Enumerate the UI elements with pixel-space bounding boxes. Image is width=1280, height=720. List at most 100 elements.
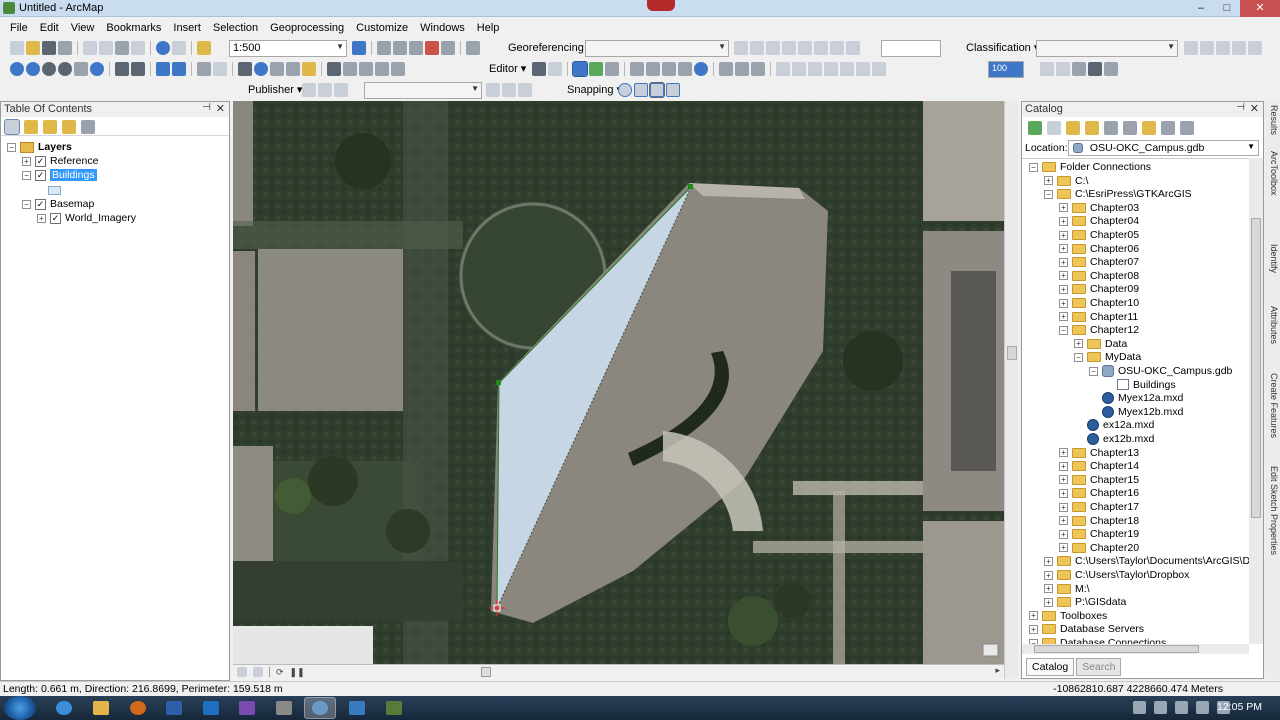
arcmap-taskbar-icon[interactable] [304,697,336,719]
expand-toggle[interactable]: + [1044,597,1053,607]
disabled-tool-2-icon[interactable] [792,62,806,76]
search-tab[interactable]: Search [1076,658,1122,676]
catalog-item-chapter04[interactable]: + Chapter04 [1059,214,1139,228]
catalog-item-chapter05[interactable]: + Chapter05 [1059,228,1139,242]
expand-toggle[interactable]: + [1059,298,1068,308]
menu-customize[interactable]: Customize [350,22,414,34]
catalog-item-gtkarcgis[interactable]: − C:\EsriPress\GTKArcGIS [1044,187,1192,201]
catalog-item-myex12a[interactable]: Myex12a.mxd [1089,391,1183,405]
catalog-item-chapter03[interactable]: + Chapter03 [1059,201,1139,215]
catalog-item-chapter20[interactable]: + Chapter20 [1059,541,1139,555]
list-by-selection-icon[interactable] [62,120,76,134]
collapse-toggle[interactable]: − [1074,352,1083,362]
expand-toggle[interactable]: + [1074,339,1083,349]
collapse-toggle[interactable]: − [1029,162,1038,172]
publisher-tool-4-icon[interactable] [486,83,500,97]
layout-tool-1-icon[interactable] [1040,62,1054,76]
visibility-checkbox[interactable]: ✓ [35,155,46,167]
catalog-item-m-drive[interactable]: + M:\ [1044,582,1090,596]
home-folder-icon[interactable] [1085,121,1099,135]
expand-toggle[interactable]: + [1059,448,1068,458]
catalog-item-arcgis-data[interactable]: + C:\Users\Taylor\Documents\ArcGIS\Data [1044,554,1249,568]
pin-icon[interactable]: ⊣ [1236,102,1245,113]
internet-explorer-icon[interactable] [48,697,80,719]
fixed-zoom-in-icon[interactable] [115,62,129,76]
disabled-tool-1-icon[interactable] [776,62,790,76]
attributes-tab[interactable]: Attributes [1266,306,1279,344]
publisher-tool-5-icon[interactable] [502,83,516,97]
zoom-out-globe-icon[interactable] [26,62,40,76]
zoom-out-icon[interactable] [58,62,72,76]
add-data-icon[interactable] [197,41,211,55]
catalog-item-dropbox[interactable]: + C:\Users\Taylor\Dropbox [1044,568,1189,582]
sketch-vertex[interactable] [496,380,501,385]
identify-tab[interactable]: Identify [1266,244,1279,273]
split-icon[interactable] [678,62,692,76]
expand-toggle[interactable]: + [1059,284,1068,294]
map-vertical-scrollbar[interactable] [1004,101,1018,679]
vertex-snapping-icon[interactable] [649,82,665,98]
catalog-options-icon[interactable] [1180,121,1194,135]
catalog-tab[interactable]: Catalog [1026,658,1075,676]
expand-toggle[interactable]: + [1059,502,1068,512]
catalog-close-icon[interactable]: ✕ [1250,102,1259,115]
map-scale-combo[interactable]: 1:500 ▼ [229,40,347,57]
classification-tool-2-icon[interactable] [1200,41,1214,55]
pin-icon[interactable]: ⊣ [202,102,211,113]
catalog-item-chapter17[interactable]: + Chapter17 [1059,500,1139,514]
toggle-contents-icon[interactable] [1123,121,1137,135]
georeferencing-layer-combo[interactable]: ▼ [585,40,729,57]
select-elements-arrow-icon[interactable] [238,62,252,76]
table-of-contents-icon[interactable] [377,41,391,55]
classification-tool-4-icon[interactable] [1232,41,1246,55]
expand-toggle[interactable]: + [1059,475,1068,485]
visibility-checkbox[interactable]: ✓ [35,169,46,181]
catalog-item-chapter08[interactable]: + Chapter08 [1059,269,1139,283]
outlook-icon[interactable] [195,697,227,719]
catalog-window-icon[interactable] [393,41,407,55]
pause-drawing-icon[interactable]: ❚❚ [290,667,305,678]
new-document-icon[interactable] [10,41,24,55]
catalog-item-chapter07[interactable]: + Chapter07 [1059,255,1139,269]
publisher-tool-3-icon[interactable] [334,83,348,97]
toc-item-buildings[interactable]: − ✓ Buildings [22,168,97,182]
georeferencing-menu[interactable]: Georeferencing ▾ [505,41,595,54]
catalog-item-myex12b[interactable]: Myex12b.mxd [1089,405,1183,419]
sketch-properties-icon[interactable] [735,62,749,76]
buildings-symbol[interactable] [48,183,61,197]
catalog-item-mydata[interactable]: − MyData [1074,350,1141,364]
tray-icon-2[interactable] [1154,701,1167,714]
create-viewer-window-icon[interactable] [391,62,405,76]
select-features-icon[interactable] [197,62,211,76]
catalog-item-c-drive[interactable]: + C:\ [1044,174,1088,188]
redo-icon[interactable] [172,41,186,55]
expand-toggle[interactable]: + [1059,516,1068,526]
catalog-item-chapter13[interactable]: + Chapter13 [1059,446,1139,460]
zoom-in-icon[interactable] [42,62,56,76]
catalog-item-chapter14[interactable]: + Chapter14 [1059,459,1139,473]
catalog-item-data[interactable]: + Data [1074,337,1127,351]
visual-studio-icon[interactable] [231,697,263,719]
identify-icon[interactable] [254,62,268,76]
expand-toggle[interactable]: + [37,213,46,223]
expand-toggle[interactable]: + [1059,543,1068,553]
georef-tool-1-icon[interactable] [734,41,748,55]
zoom-value-field[interactable]: 100 [988,61,1024,78]
catalog-item-ex12b[interactable]: ex12b.mxd [1074,432,1154,446]
list-by-visibility-icon[interactable] [43,120,57,134]
model-builder-icon[interactable] [466,41,480,55]
print-icon[interactable] [58,41,72,55]
new-folder-icon[interactable] [1142,121,1156,135]
scroll-right-arrow[interactable]: ▸ [995,665,1000,676]
catalog-item-osu-okc-gdb[interactable]: − OSU-OKC_Campus.gdb [1089,364,1232,378]
catalog-item-chapter09[interactable]: + Chapter09 [1059,282,1139,296]
reshape-icon[interactable] [646,62,660,76]
catalog-item-chapter10[interactable]: + Chapter10 [1059,296,1139,310]
toc-item-layers[interactable]: − Layers [7,140,72,154]
expand-toggle[interactable]: + [22,156,31,166]
toc-item-basemap[interactable]: − ✓ Basemap [22,197,94,211]
hyperlink-icon[interactable] [286,62,300,76]
attributes-icon[interactable] [719,62,733,76]
expand-toggle[interactable]: + [1059,461,1068,471]
copy-icon[interactable] [99,41,113,55]
